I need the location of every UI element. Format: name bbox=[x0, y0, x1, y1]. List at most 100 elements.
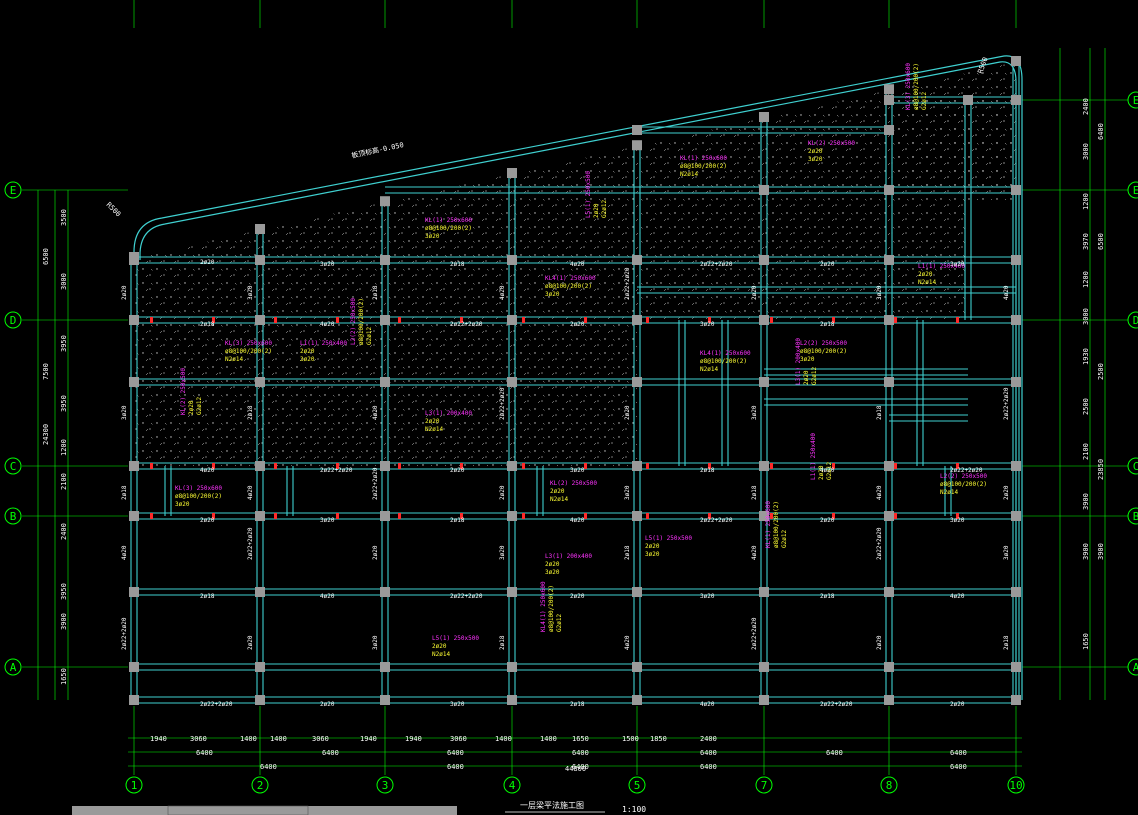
column bbox=[380, 461, 390, 471]
column bbox=[759, 315, 769, 325]
dim-right: 3970 bbox=[1082, 233, 1090, 250]
column bbox=[255, 315, 265, 325]
beam-label-yellow: 3ø20 bbox=[425, 233, 440, 240]
beam-label-yellow: N2ø14 bbox=[225, 356, 243, 363]
dim-bottom-row1: 1400 bbox=[240, 735, 257, 743]
beam-label-white-vertical: 2ø18 bbox=[876, 405, 883, 420]
dim-bottom-row1: 1940 bbox=[405, 735, 422, 743]
dim-bottom-row2: 6400 bbox=[950, 749, 967, 757]
axis-bubble-bottom-4-label: 4 bbox=[509, 779, 516, 792]
column bbox=[255, 224, 265, 234]
beam-label-magenta: KL(1) 250x600 bbox=[680, 155, 727, 162]
column bbox=[632, 695, 642, 705]
dim-bottom-row1: 1500 bbox=[622, 735, 639, 743]
beam-label-yellow: 2ø20 bbox=[808, 148, 823, 155]
beam-label-white-vertical: 3ø20 bbox=[624, 485, 631, 500]
dim-right: 1200 bbox=[1082, 271, 1090, 288]
column bbox=[380, 196, 390, 207]
column bbox=[129, 662, 139, 672]
beam-label-yellow: 2ø20 bbox=[425, 418, 440, 425]
beam-label-magenta: KL(3) 250x600 bbox=[225, 340, 272, 347]
beam-label-yellow: ø8@100/200(2) bbox=[773, 501, 780, 548]
beam-label-yellow: 3ø20 bbox=[175, 501, 190, 508]
dim-right-outer: 6400 bbox=[1097, 123, 1105, 140]
axis-bubble-left-C-label: C bbox=[10, 460, 17, 473]
beam-label-yellow: 2ø20 bbox=[918, 271, 933, 278]
beam-label-yellow: 2ø20 bbox=[188, 400, 195, 415]
column bbox=[1011, 95, 1021, 105]
cad-drawing-canvas[interactable]: 1 2 3 5 7 8 10 4 E E D D C C B B A A E 1940 3060 1400 1400 3060… bbox=[0, 0, 1138, 815]
red-mark bbox=[956, 317, 959, 323]
beam-label-white-vertical: 2ø22+2ø20 bbox=[624, 267, 631, 300]
beam-label-white: 3ø20 bbox=[570, 467, 585, 474]
column bbox=[380, 377, 390, 387]
beam-label-white-vertical: 4ø20 bbox=[624, 635, 631, 650]
dim-right: 3900 bbox=[1082, 543, 1090, 560]
beam-label-white: 2ø20 bbox=[570, 593, 585, 600]
column bbox=[632, 377, 642, 387]
beam-label-yellow: ø8@100/200(2) bbox=[545, 283, 592, 290]
beam-label-white-vertical: 2ø22+2ø20 bbox=[121, 617, 128, 650]
beam-label-yellow: G2ø12 bbox=[556, 614, 563, 632]
column bbox=[255, 461, 265, 471]
beam-label-white: 2ø22+2ø20 bbox=[320, 467, 353, 474]
column bbox=[380, 511, 390, 521]
column bbox=[759, 695, 769, 705]
beam-label-yellow: ø8@100/200(2) bbox=[358, 298, 365, 345]
drawing-scale: 1:100 bbox=[622, 805, 646, 814]
beam-label-magenta: L2(2) 250x500 bbox=[940, 473, 987, 480]
title-block-bar bbox=[72, 806, 457, 815]
beam-label-white: 2ø22+2ø20 bbox=[450, 321, 483, 328]
column bbox=[884, 662, 894, 672]
dim-left: 3500 bbox=[60, 209, 68, 226]
dim-bottom-row2: 6400 bbox=[700, 749, 717, 757]
beam-label-magenta: L3(1) 200x400 bbox=[795, 338, 802, 385]
dim-bottom-row1: 3060 bbox=[450, 735, 467, 743]
axis-bubble-bottom-8-label: 8 bbox=[886, 779, 893, 792]
red-mark bbox=[522, 317, 525, 323]
column bbox=[380, 662, 390, 672]
column bbox=[963, 95, 973, 105]
beam-label-yellow: ø8@100/200(2) bbox=[940, 481, 987, 488]
dim-bottom-row1: 1400 bbox=[495, 735, 512, 743]
column bbox=[129, 461, 139, 471]
beam-label-white: 2ø18 bbox=[450, 517, 465, 524]
axis-bubble-left-D-label: D bbox=[10, 314, 17, 327]
beam-label-white: 2ø18 bbox=[450, 261, 465, 268]
column bbox=[759, 461, 769, 471]
column bbox=[1011, 511, 1021, 521]
beam-label-magenta: L5(1) 250x500 bbox=[585, 171, 592, 218]
red-mark bbox=[894, 513, 897, 519]
column bbox=[759, 662, 769, 672]
beam-label-white-vertical: 4ø20 bbox=[751, 545, 758, 560]
beam-label-magenta: KL4(1) 250x600 bbox=[540, 581, 547, 632]
beam-label-white: 2ø20 bbox=[820, 517, 835, 524]
red-mark bbox=[770, 463, 773, 469]
beam-label-magenta: L1(1) 250x400 bbox=[300, 340, 347, 347]
dim-bottom-row3: 6400 bbox=[950, 763, 967, 771]
axis-bubble-bottom-7-label: 7 bbox=[761, 779, 768, 792]
beam-label-white-vertical: 2ø20 bbox=[751, 285, 758, 300]
column bbox=[380, 587, 390, 597]
beam-label-white: 4ø20 bbox=[200, 467, 215, 474]
column bbox=[884, 511, 894, 521]
dim-bottom-total: 44800 bbox=[565, 765, 586, 773]
column bbox=[1011, 255, 1021, 265]
red-mark bbox=[150, 463, 153, 469]
beam-label-white-vertical: 4ø20 bbox=[1003, 285, 1010, 300]
beam-label-yellow: 3ø20 bbox=[545, 569, 560, 576]
axis-bubble-left-B-label: B bbox=[10, 510, 17, 523]
column bbox=[632, 140, 642, 151]
axis-bubble-left-E-label: E bbox=[10, 184, 17, 197]
beam-label-magenta: L3(1) 200x400 bbox=[545, 553, 592, 560]
beam-label-white-vertical: 2ø18 bbox=[1003, 635, 1010, 650]
beam-label-white-vertical: 2ø20 bbox=[372, 545, 379, 560]
beam-label-yellow: N2ø14 bbox=[940, 489, 958, 496]
beam-label-yellow: ø8@100/200(2) bbox=[425, 225, 472, 232]
beam-label-white: 2ø20 bbox=[200, 517, 215, 524]
drawing-title: 一层梁平法施工图 bbox=[520, 800, 584, 810]
beam-label-yellow: N2ø14 bbox=[918, 279, 936, 286]
dim-left: 3950 bbox=[60, 583, 68, 600]
red-mark bbox=[894, 463, 897, 469]
column bbox=[507, 315, 517, 325]
